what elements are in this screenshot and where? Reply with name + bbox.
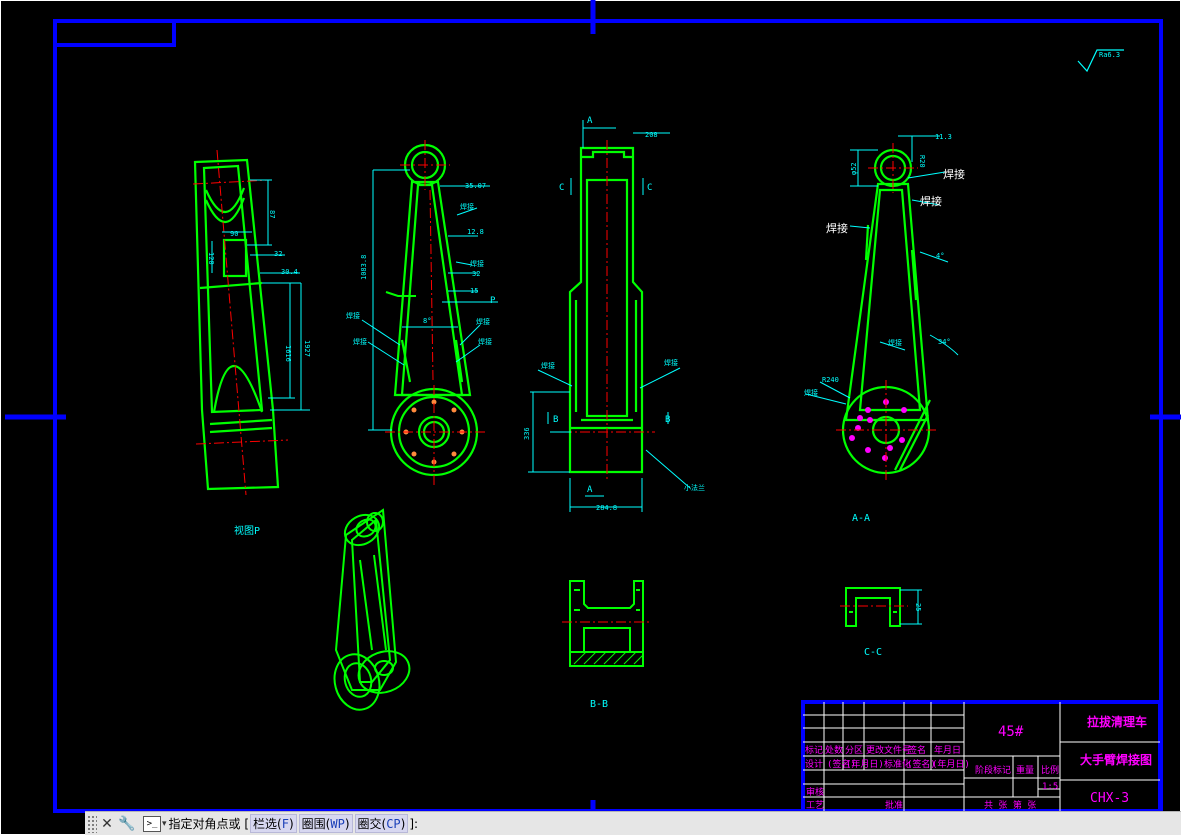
dim-87: 87 [268, 210, 276, 218]
dim-angle-34: 34° [938, 338, 951, 346]
prompt-end: ]: [409, 816, 419, 831]
roughness-symbol: Ra6.3 [1077, 49, 1124, 73]
tb-hdr-0: 标记 [805, 744, 823, 756]
tb-r2-0: 设计 [805, 758, 823, 770]
tb-process-label: 工艺 [806, 800, 824, 811]
dim-3507: 35.07 [465, 182, 486, 190]
view-aa: 11.3 φ52 R20 4° 34° R240 焊接 焊接 焊接 焊接 焊接 [804, 133, 965, 480]
tb-company: 拉拔清理车 [1087, 714, 1147, 729]
tb-stage-label: 阶段标记 [975, 764, 1011, 776]
option-fence[interactable]: 栏选(F) [250, 814, 297, 833]
section-letter-b-right: B [665, 415, 670, 425]
dim-2848: 284.8 [596, 504, 617, 512]
section-cc: 25 [840, 587, 922, 627]
weld-label-1: 焊接 [460, 202, 474, 211]
tb-scale-value: 1:5 [1042, 782, 1058, 792]
tb-hdr-1: 处数 [825, 744, 843, 756]
dim-336: 336 [523, 427, 531, 440]
dim-15: 15 [470, 287, 478, 295]
section-letter-a-bottom: A [587, 485, 593, 495]
tb-r2-5: (年月日) [932, 758, 970, 770]
dim-r20: R20 [918, 155, 926, 168]
tb-drawing-no: CHX-3 [1090, 791, 1129, 806]
weld-label-aa-4: 焊接 [888, 338, 902, 347]
weld-label-2: 焊接 [470, 259, 484, 268]
weld-label-aa-3: 焊接 [826, 221, 848, 235]
weld-label-side-l: 焊接 [541, 361, 555, 370]
tb-sheet-label: 共 张 第 张 [984, 799, 1036, 811]
view-front: 1083.8 35.07 12.8 32 15 8° P 焊接 焊接 焊接 焊接… [346, 140, 498, 485]
dim-angle-4: 4° [936, 252, 944, 260]
chevron-down-icon[interactable]: ▾ [162, 819, 167, 829]
caption-view-p: 视图P [234, 524, 260, 537]
dim-phi52: φ52 [850, 162, 858, 175]
tb-material: 45# [998, 724, 1024, 740]
view-side: A 208 C C B B A 336 284.8 焊接 焊接 小法兰 [523, 116, 705, 512]
option-wpolygon[interactable]: 圈围(WP) [298, 814, 353, 833]
prompt-icon[interactable]: >_ [143, 815, 161, 832]
weld-label-4: 焊接 [353, 337, 367, 346]
prompt-text: 指定对角点或 [ [168, 817, 250, 831]
weld-label-5: 焊接 [476, 317, 490, 326]
dim-32: 32 [274, 250, 282, 258]
command-line[interactable]: ✕ 🔧 >_ ▾ 指定对角点或 [ 栏选(F) 圈围(WP) 圈交(CP) ]: [85, 811, 1181, 835]
weld-label-6: 焊接 [478, 337, 492, 346]
cad-drawing-canvas[interactable]: Ra6.3 87 90 120 32 30.4 1616 1927 1083.8… [0, 0, 1181, 835]
dim-angle-8: 8° [423, 317, 431, 325]
section-letter-a-top: A [587, 116, 593, 126]
caption-cc: C-C [864, 647, 882, 658]
dim-32b: 32 [472, 270, 480, 278]
section-letter-b-left: B [553, 415, 558, 425]
section-letter-c-right: C [647, 183, 652, 193]
tb-approve-label: 批准 [885, 799, 903, 811]
dim-1616: 1616 [284, 345, 292, 362]
grip-handle[interactable] [87, 814, 97, 833]
dim-120: 120 [207, 252, 215, 265]
tb-drawing-name: 大手臂焊接图 [1080, 752, 1152, 767]
weld-label-aa-1: 焊接 [943, 167, 965, 181]
option-cpolygon[interactable]: 圈交(CP) [354, 814, 409, 833]
tb-check-label: 审核 [806, 786, 824, 798]
dim-11-3: 11.3 [935, 133, 952, 141]
tb-hdr-2: 分区 [845, 745, 863, 756]
dim-128: 12.8 [467, 228, 484, 236]
view-p: 87 90 120 32 30.4 1616 1927 [192, 149, 311, 496]
close-icon[interactable]: ✕ [97, 814, 117, 834]
tb-r2-2: (年月日) [846, 758, 884, 770]
caption-aa: A-A [852, 513, 870, 524]
tb-hdr-3: 更改文件号 [866, 744, 911, 756]
weld-label-aa-2: 焊接 [920, 194, 942, 208]
small-flange-label: 小法兰 [684, 483, 705, 492]
tb-scale-label: 比例 [1041, 764, 1059, 776]
section-bb [562, 580, 650, 667]
dim-r240: R240 [822, 376, 839, 384]
dim-208: 208 [645, 131, 658, 139]
weld-label-side-r: 焊接 [664, 358, 678, 367]
caption-bb: B-B [590, 699, 608, 710]
dim-1927: 1927 [303, 340, 311, 357]
tb-weight-label: 重量 [1016, 764, 1034, 776]
section-letter-c-left: C [559, 183, 564, 193]
dim-304: 30.4 [281, 268, 298, 276]
section-letter-p: P [490, 296, 496, 306]
tb-hdr-5: 年月日 [934, 744, 961, 756]
tb-hdr-4: 签名 [908, 744, 926, 756]
dim-90: 90 [230, 230, 238, 238]
view-isometric [333, 508, 411, 711]
dim-total-height: 1083.8 [360, 255, 368, 280]
dim-25: 25 [914, 603, 922, 611]
command-input[interactable] [422, 813, 1181, 834]
title-block: 标记 处数 分区 更改文件号 签名 年月日 设计 (签名) (年月日) 标准化 … [801, 700, 1162, 813]
roughness-text: Ra6.3 [1099, 51, 1120, 59]
wrench-icon[interactable]: 🔧 [117, 814, 137, 834]
weld-label-3: 焊接 [346, 311, 360, 320]
weld-label-aa-5: 焊接 [804, 388, 818, 397]
